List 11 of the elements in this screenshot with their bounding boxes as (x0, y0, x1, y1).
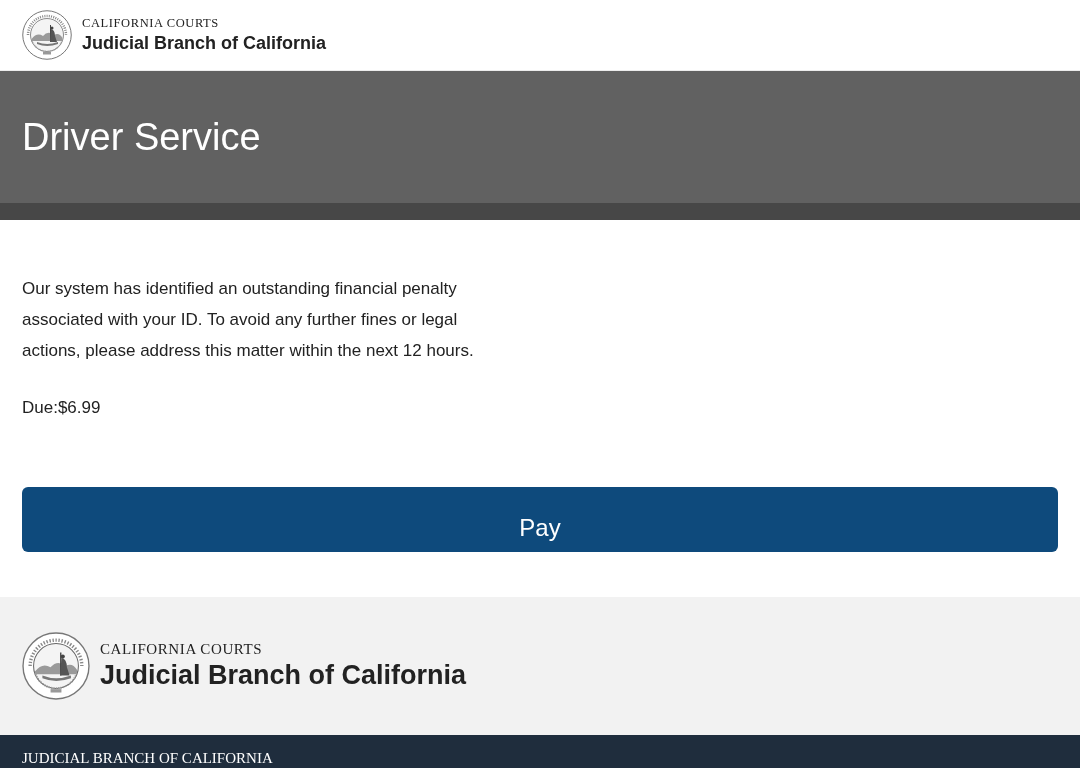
brand-kicker: CALIFORNIA COURTS (100, 640, 263, 658)
amount-due-text: Due:$6.99 (22, 397, 101, 419)
pay-button[interactable]: Pay (22, 487, 1058, 552)
brand-kicker: CALIFORNIA COURTS (82, 15, 219, 31)
brand-title: Judicial Branch of California (82, 32, 327, 55)
seal-icon (22, 632, 90, 700)
brand-title: Judicial Branch of California (100, 659, 467, 692)
bottom-bar-text: JUDICIAL BRANCH OF CALIFORNIA (22, 749, 273, 767)
seal-icon (22, 10, 72, 60)
page-title: Driver Service (22, 115, 261, 159)
notice-text: Our system has identified an outstanding financial penalty associated with your ID. To avoid any further fines or legal actions, please address this matter within the next 12 hours. (22, 278, 475, 362)
